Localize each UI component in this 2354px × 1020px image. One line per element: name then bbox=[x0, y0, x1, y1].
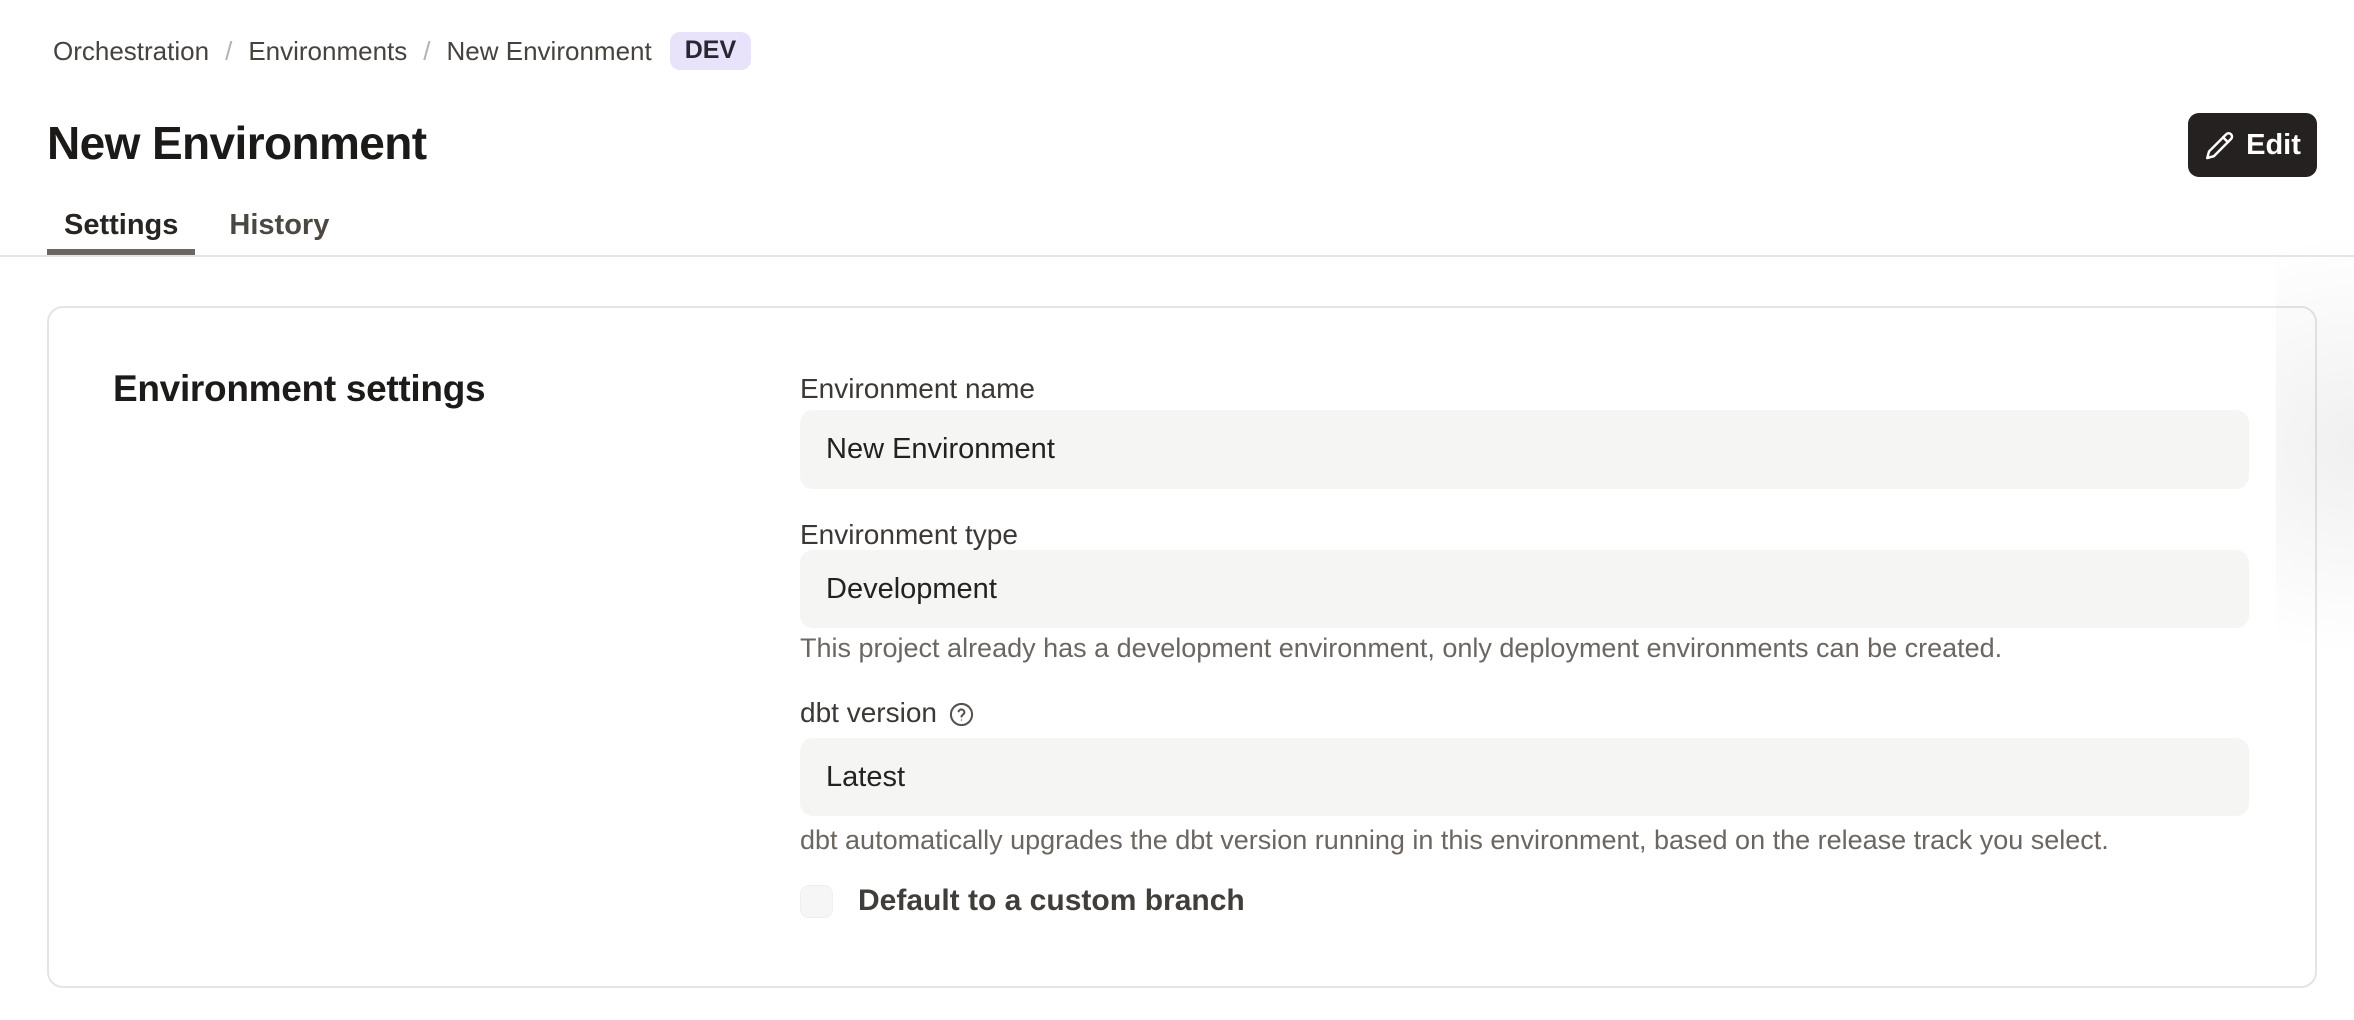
tab-divider bbox=[0, 255, 2354, 257]
dbt-version-label-text: dbt version bbox=[800, 696, 937, 730]
breadcrumb-separator: / bbox=[225, 36, 232, 67]
environment-type-input[interactable]: Development bbox=[800, 550, 2249, 628]
pencil-icon bbox=[2204, 130, 2235, 161]
environment-type-helper: This project already has a development e… bbox=[800, 632, 2280, 665]
environment-settings-card: Environment settings Environment name Ne… bbox=[47, 306, 2317, 988]
page-title: New Environment bbox=[47, 116, 427, 170]
dbt-version-label: dbt version bbox=[800, 696, 2249, 730]
environment-dev-badge: DEV bbox=[670, 32, 751, 69]
tab-history[interactable]: History bbox=[212, 206, 346, 255]
custom-branch-checkbox[interactable] bbox=[800, 885, 833, 918]
environment-name-input[interactable]: New Environment bbox=[800, 410, 2249, 489]
tab-bar: Settings History bbox=[47, 206, 346, 255]
environment-name-label: Environment name bbox=[800, 372, 2249, 406]
breadcrumb-item-environments[interactable]: Environments bbox=[248, 36, 407, 67]
breadcrumb-item-orchestration[interactable]: Orchestration bbox=[53, 36, 209, 67]
custom-branch-label: Default to a custom branch bbox=[858, 884, 1245, 918]
edit-button[interactable]: Edit bbox=[2188, 113, 2317, 177]
environment-type-label-text: Environment type bbox=[800, 518, 1018, 552]
dbt-version-helper: dbt automatically upgrades the dbt versi… bbox=[800, 824, 2280, 857]
dbt-version-input[interactable]: Latest bbox=[800, 738, 2249, 816]
card-heading: Environment settings bbox=[113, 368, 485, 410]
tab-settings[interactable]: Settings bbox=[47, 206, 195, 255]
environment-type-label: Environment type bbox=[800, 518, 2249, 552]
edit-button-label: Edit bbox=[2246, 129, 2301, 162]
question-circle-icon[interactable] bbox=[948, 699, 975, 728]
breadcrumb-separator: / bbox=[423, 36, 430, 67]
breadcrumb: Orchestration / Environments / New Envir… bbox=[53, 28, 751, 74]
custom-branch-row: Default to a custom branch bbox=[800, 884, 1245, 918]
breadcrumb-item-current: New Environment bbox=[447, 36, 652, 67]
environment-name-label-text: Environment name bbox=[800, 372, 1035, 406]
